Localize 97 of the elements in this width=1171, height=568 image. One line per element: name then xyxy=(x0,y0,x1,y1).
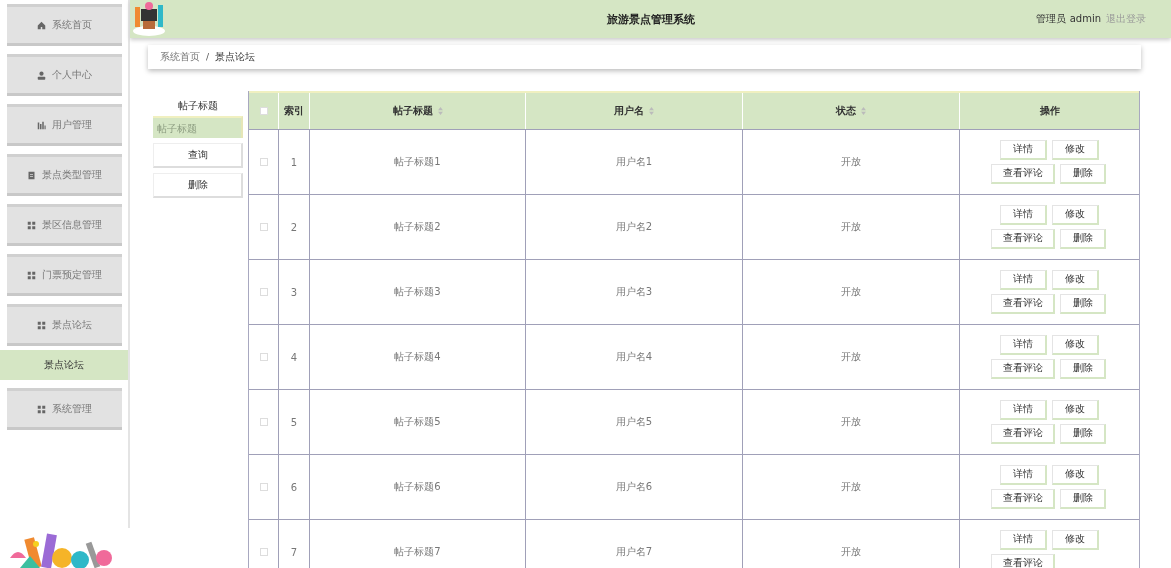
table-cell: 用户名4 xyxy=(615,350,653,364)
table-cell: 帖子标题4 xyxy=(394,350,441,364)
table-cell: 用户名1 xyxy=(615,155,653,169)
table-cell: 2 xyxy=(290,221,298,233)
grid-icon xyxy=(37,404,46,414)
details-button[interactable]: 详情 xyxy=(1000,335,1047,355)
menu-item[interactable]: 系统管理 xyxy=(7,388,122,430)
submenu-item[interactable]: 景点论坛 xyxy=(0,350,128,380)
search-field[interactable]: 帖子标题 xyxy=(153,116,243,138)
comments-button[interactable]: 查看评论 xyxy=(991,424,1055,444)
delete-button[interactable]: 删除 xyxy=(1060,229,1106,249)
table-cell: 用户名6 xyxy=(615,480,653,494)
table-cell: 开放 xyxy=(841,155,861,169)
table-cell: 开放 xyxy=(841,350,861,364)
details-button[interactable]: 详情 xyxy=(1000,530,1047,550)
table-cell: 开放 xyxy=(841,545,861,559)
table-cell: 5 xyxy=(290,416,298,428)
column-header[interactable]: 帖子标题 xyxy=(392,104,433,118)
user-icon xyxy=(37,70,46,80)
table-cell: 开放 xyxy=(841,415,861,429)
details-button[interactable]: 详情 xyxy=(1000,140,1047,160)
table-cell: 用户名5 xyxy=(615,415,653,429)
edit-button[interactable]: 修改 xyxy=(1052,465,1099,485)
comments-button[interactable]: 查看评论 xyxy=(991,229,1055,249)
grid-icon xyxy=(37,320,46,330)
delete-button[interactable]: 删除 xyxy=(1060,424,1106,444)
edit-button[interactable]: 修改 xyxy=(1052,140,1099,160)
grid-icon xyxy=(27,270,36,280)
checkbox[interactable] xyxy=(259,548,268,556)
delete-button[interactable]: 删除 xyxy=(153,173,243,198)
comments-button[interactable]: 查看评论 xyxy=(991,554,1055,568)
table-cell: 帖子标题2 xyxy=(394,220,441,234)
comments-button[interactable]: 查看评论 xyxy=(991,489,1055,509)
menu-item[interactable]: 个人中心 xyxy=(7,54,122,96)
menu-item[interactable]: 景点类型管理 xyxy=(7,154,122,196)
comments-button[interactable]: 查看评论 xyxy=(991,294,1055,314)
edit-button[interactable]: 修改 xyxy=(1052,335,1099,355)
table-cell: 用户名3 xyxy=(615,285,653,299)
edit-button[interactable]: 修改 xyxy=(1052,205,1099,225)
table-cell: 7 xyxy=(290,546,298,558)
details-button[interactable]: 详情 xyxy=(1000,270,1047,290)
comments-button[interactable]: 查看评论 xyxy=(991,359,1055,379)
table-cell: 开放 xyxy=(841,285,861,299)
table-cell: 6 xyxy=(290,481,298,493)
details-button[interactable]: 详情 xyxy=(1000,205,1047,225)
user-name: 管理员 admin xyxy=(1036,12,1101,26)
table-cell: 帖子标题7 xyxy=(394,545,441,559)
column-header[interactable]: 状态 xyxy=(836,104,856,118)
breadcrumb-item[interactable]: 系统首页 xyxy=(160,50,200,64)
table-cell: 帖子标题6 xyxy=(394,480,441,494)
comments-button[interactable]: 查看评论 xyxy=(991,164,1055,184)
table-cell: 开放 xyxy=(841,480,861,494)
delete-button[interactable]: 删除 xyxy=(1060,489,1106,509)
delete-button[interactable]: 删除 xyxy=(1060,294,1106,314)
document-icon xyxy=(27,170,36,180)
table-cell: 帖子标题1 xyxy=(394,155,441,169)
edit-button[interactable]: 修改 xyxy=(1052,400,1099,420)
edit-button[interactable]: 修改 xyxy=(1052,270,1099,290)
column-header[interactable]: 用户名 xyxy=(614,104,644,118)
bar-chart-icon xyxy=(37,120,46,130)
table-cell: 用户名7 xyxy=(615,545,653,559)
table-cell: 帖子标题5 xyxy=(394,415,441,429)
menu-item[interactable]: 门票预定管理 xyxy=(7,254,122,296)
sort-icon[interactable] xyxy=(437,107,443,115)
app-title: 旅游景点管理系统 xyxy=(605,11,696,27)
breadcrumb-separator: / xyxy=(206,52,210,62)
field-label: 帖子标题 xyxy=(177,99,219,113)
breadcrumb-item: 景点论坛 xyxy=(215,50,256,64)
details-button[interactable]: 详情 xyxy=(1000,465,1047,485)
column-header: 操作 xyxy=(1039,104,1060,118)
column-header: 索引 xyxy=(284,104,304,118)
table-cell: 开放 xyxy=(841,220,861,234)
checkbox[interactable] xyxy=(259,288,268,296)
checkbox[interactable] xyxy=(259,353,268,361)
edit-button[interactable]: 修改 xyxy=(1052,530,1099,550)
table-cell: 4 xyxy=(290,351,298,363)
details-button[interactable]: 详情 xyxy=(1000,400,1047,420)
table-cell: 3 xyxy=(290,286,298,298)
checkbox[interactable] xyxy=(259,483,268,491)
delete-button[interactable]: 删除 xyxy=(1060,164,1106,184)
checkbox[interactable] xyxy=(259,107,268,115)
menu-item[interactable]: 系统首页 xyxy=(7,4,122,46)
table-cell: 1 xyxy=(290,156,298,168)
menu-item[interactable]: 景点论坛 xyxy=(7,304,122,346)
checkbox[interactable] xyxy=(259,418,268,426)
grid-icon xyxy=(27,220,36,230)
search-button[interactable]: 查询 xyxy=(153,143,243,168)
table-cell: 帖子标题3 xyxy=(394,285,441,299)
menu-item[interactable]: 用户管理 xyxy=(7,104,122,146)
checkbox[interactable] xyxy=(259,158,268,166)
table-cell: 用户名2 xyxy=(615,220,653,234)
home-icon xyxy=(37,20,46,30)
delete-button[interactable]: 删除 xyxy=(1060,359,1106,379)
menu-item[interactable]: 景区信息管理 xyxy=(7,204,122,246)
sort-icon[interactable] xyxy=(861,107,866,115)
checkbox[interactable] xyxy=(259,223,268,231)
sort-icon[interactable] xyxy=(649,107,654,115)
